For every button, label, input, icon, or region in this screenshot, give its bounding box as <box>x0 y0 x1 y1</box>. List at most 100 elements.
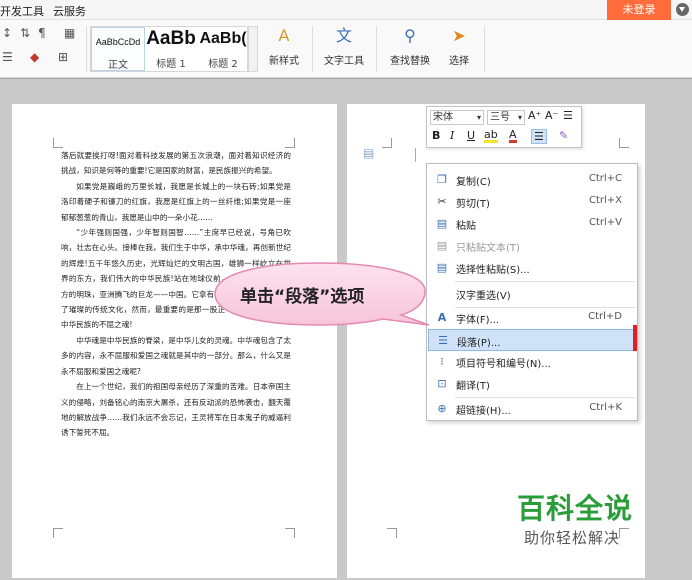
cursor-icon: ➤ <box>452 26 466 45</box>
menu-item-label: 汉字重选(V) <box>456 291 511 302</box>
menu-item-paste-special[interactable]: ▤ 选择性粘贴(S)... <box>428 257 636 279</box>
menu-item-font[interactable]: A 字体(F)... Ctrl+D <box>428 307 636 329</box>
paste-text-icon: ▤ <box>436 239 448 252</box>
menu-item-label: 字体(F)... <box>456 315 500 326</box>
style-heading-2[interactable]: AaBb( 标题 2 <box>197 27 249 71</box>
watermark-title: 百科全说 <box>517 492 634 525</box>
table-icon[interactable]: ▦ <box>64 26 75 40</box>
text-tools-button[interactable]: 文 文字工具 <box>318 24 370 67</box>
font-name-select[interactable]: 宋体 ▾ <box>430 110 484 125</box>
font-icon: A <box>437 311 447 324</box>
doc-paragraph: 在上一个世纪，我们的祖国母亲经历了深重的苦难。日本帝国主义的侵略，刘备铭心的南京… <box>61 382 291 438</box>
underline-button[interactable]: U <box>467 129 475 142</box>
chevron-down-icon: ▾ <box>476 113 481 122</box>
margin-corner <box>285 528 295 538</box>
paragraph-icon: ☰ <box>438 334 448 347</box>
find-replace-label: 查找替换 <box>390 56 430 67</box>
menu-item-shortcut: Ctrl+X <box>588 195 622 206</box>
italic-button[interactable]: I <box>450 129 454 142</box>
callout-text: 单击“段落”选项 <box>240 287 365 307</box>
line-spacing-icon[interactable]: ☰ <box>563 109 573 122</box>
menu-item-shortcut: Ctrl+D <box>588 311 622 322</box>
format-painter-icon[interactable]: ✎ <box>559 129 568 142</box>
font-size-select[interactable]: 三号 ▾ <box>487 110 525 125</box>
shading-icon[interactable]: ◆ <box>30 50 39 64</box>
paragraph-mark-icon[interactable]: ¶ <box>38 26 46 40</box>
menu-item-bullets-numbering[interactable]: ⁝ 项目符号和编号(N)... <box>428 351 636 373</box>
watermark-subtitle: 助你轻松解决 <box>524 529 621 547</box>
menu-bar: 开发工具 云服务 未登录 <box>0 0 692 20</box>
doc-paragraph: 中华魂是中华民族的脊梁，是中华儿女的灵魂。中华魂包含了太多的内容，永不屈服和爱国… <box>61 335 291 376</box>
menu-item-copy[interactable]: ❐ 复制(C) Ctrl+C <box>428 169 636 191</box>
style-heading-1[interactable]: AaBb 标题 1 <box>145 27 197 71</box>
text-tools-label: 文字工具 <box>324 56 364 67</box>
find-replace-icon: ⚲ <box>404 26 416 45</box>
cut-icon: ✂ <box>437 195 447 208</box>
menu-item-label: 超链接(H)... <box>456 406 511 417</box>
bold-button[interactable]: B <box>432 129 440 142</box>
menu-item-label: 选择性粘贴(S)... <box>456 265 530 276</box>
menu-item-paste-text-only[interactable]: ▤ 只粘贴文本(T) <box>428 235 636 257</box>
menu-developer-tools[interactable]: 开发工具 <box>0 3 44 19</box>
menu-item-reconvert[interactable]: 汉字重选(V) <box>428 283 636 305</box>
menu-item-shortcut: Ctrl+K <box>589 402 622 413</box>
sort-icon[interactable]: ⇅ <box>20 26 30 40</box>
ribbon-separator <box>484 26 485 72</box>
doc-paragraph: 落后就要挨打呀!面对着科技发展的第五次浪潮，面对着知识经济的挑战，知识是何等的重… <box>61 151 291 176</box>
new-style-label: 新样式 <box>269 56 299 67</box>
margin-corner <box>619 528 629 538</box>
line-spacing-icon[interactable]: ↕ <box>2 26 12 40</box>
copy-icon: ❐ <box>437 173 447 186</box>
font-color-icon[interactable]: A <box>509 129 517 143</box>
style-gallery-scroll[interactable] <box>248 26 258 72</box>
menu-item-translate[interactable]: ⊡ 翻译(T) <box>428 373 636 395</box>
margin-corner <box>285 138 295 148</box>
menu-item-hyperlink[interactable]: ⊕ 超链接(H)... Ctrl+K <box>428 398 636 420</box>
style-normal-name: 正文 <box>108 60 128 71</box>
select-label: 选择 <box>449 56 469 67</box>
grow-font-button[interactable]: A⁺ <box>528 109 541 122</box>
highlight-marker <box>633 325 637 351</box>
menu-item-label: 粘贴 <box>456 221 476 232</box>
menu-item-label: 项目符号和编号(N)... <box>456 359 551 370</box>
ribbon-separator <box>312 26 313 72</box>
style-heading-2-sample: AaBb( <box>199 30 247 47</box>
ribbon-separator <box>86 26 87 72</box>
menu-item-paragraph[interactable]: ☰ 段落(P)... <box>428 329 636 351</box>
style-normal[interactable]: AaBbCcDd 正文 <box>91 27 145 71</box>
floating-format-toolbar: 宋体 ▾ 三号 ▾ A⁺ A⁻ ☰ B I U ab A ☰ ✎ <box>426 106 582 148</box>
text-tools-icon: 文 <box>335 26 352 45</box>
shrink-font-button[interactable]: A⁻ <box>545 109 558 122</box>
chevron-down-icon: ▾ <box>517 113 522 122</box>
paste-icon: ▤ <box>436 217 448 230</box>
login-button[interactable]: 未登录 <box>607 0 671 20</box>
new-style-icon: A <box>278 26 290 45</box>
highlight-icon[interactable]: ab <box>484 129 498 143</box>
style-gallery: AaBbCcDd 正文 AaBb 标题 1 AaBb( 标题 2 <box>90 26 248 72</box>
style-heading-1-name: 标题 1 <box>156 59 186 70</box>
style-heading-1-sample: AaBb <box>146 28 196 49</box>
menu-item-paste[interactable]: ▤ 粘贴 Ctrl+V <box>428 213 636 235</box>
align-button[interactable]: ☰ <box>531 129 547 144</box>
margin-corner <box>53 528 63 538</box>
select-button[interactable]: ➤ 选择 <box>440 24 478 67</box>
menu-item-cut[interactable]: ✂ 剪切(T) Ctrl+X <box>428 191 636 213</box>
menu-item-label: 只粘贴文本(T) <box>456 243 520 254</box>
indent-icon[interactable]: ☰ <box>2 50 13 64</box>
style-normal-sample: AaBbCcDd <box>95 37 141 47</box>
margin-corner <box>53 138 63 148</box>
layout-options-icon[interactable]: ▤ <box>363 146 374 160</box>
menu-item-label: 复制(C) <box>456 177 491 188</box>
dropdown-icon[interactable] <box>676 3 689 16</box>
border-icon[interactable]: ⊞ <box>58 50 68 64</box>
font-size-value: 三号 <box>490 112 510 123</box>
hyperlink-icon: ⊕ <box>437 402 447 415</box>
find-replace-button[interactable]: ⚲ 查找替换 <box>382 24 438 67</box>
doc-paragraph: 如果党是巍峨的万里长城，我愿是长城上的一块石砖;如果党是洛印着硬子和镰刀的红旗，… <box>61 181 291 222</box>
menu-item-label: 段落(P)... <box>457 338 501 349</box>
new-style-button[interactable]: A 新样式 <box>262 24 306 67</box>
ribbon-separator <box>376 26 377 72</box>
text-cursor <box>415 148 416 162</box>
context-menu: ❐ 复制(C) Ctrl+C ✂ 剪切(T) Ctrl+X ▤ 粘贴 Ctrl+… <box>426 163 638 421</box>
menu-cloud-service[interactable]: 云服务 <box>53 3 86 19</box>
